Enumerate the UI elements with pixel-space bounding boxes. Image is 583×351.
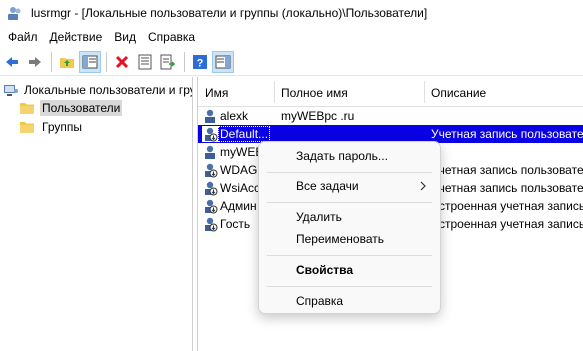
user-name: myWEB [220,145,264,159]
show-tree-button[interactable] [79,50,101,73]
console-tree: Локальные пользователи и группы (локальн… [0,77,193,351]
users-computer-icon [4,85,18,96]
help-button[interactable]: ? [189,51,211,73]
menu-item-set-password[interactable]: Задать пароль... [259,144,440,168]
toolbar-separator [106,51,107,72]
menu-separator [267,172,432,173]
toolbar: ? [0,48,583,76]
menu-file[interactable]: Файл [2,26,44,48]
disabled-user-icon [205,199,218,214]
export-list-button[interactable] [157,51,179,73]
delete-x-icon [115,55,129,68]
menu-separator [267,202,432,203]
help-icon: ? [193,54,207,69]
users-app-icon [7,5,23,21]
tree-item-users-label: Пользователи [40,100,123,116]
folder-icon [20,122,34,133]
menu-bar: Файл Действие Вид Справка [0,26,583,48]
menu-item-all-tasks-label: Все задачи [296,179,359,193]
action-pane-button[interactable] [212,50,234,73]
forward-button[interactable] [24,51,46,73]
user-description: Встроенная учетная запись [431,199,583,213]
user-icon [205,109,215,123]
console-tree-icon [82,55,98,68]
column-divider[interactable] [424,81,425,103]
export-list-icon [160,54,176,69]
menu-separator [267,286,432,287]
user-description: Учетная запись пользовате [431,127,583,141]
toolbar-separator [51,51,52,72]
menu-item-delete[interactable]: Удалить [259,205,440,229]
context-menu: Задать пароль... Все задачи Удалить Пере… [258,141,441,314]
back-arrow-icon [6,56,18,67]
window-title: lusrmgr - [Локальные пользователи и груп… [31,6,428,20]
tree-item-groups-label: Группы [42,120,82,134]
title-bar: lusrmgr - [Локальные пользователи и груп… [0,0,583,26]
disabled-user-icon [205,217,218,232]
disabled-user-icon [205,163,218,178]
chevron-right-icon [420,181,426,191]
user-description: Учетная запись пользовате [431,181,583,195]
tree-item-users[interactable]: Пользователи [19,99,123,117]
menu-item-help[interactable]: Справка [259,289,440,313]
user-icon [205,145,215,159]
menu-action[interactable]: Действие [44,26,109,48]
folder-up-icon [60,57,74,68]
tree-item-groups[interactable]: Группы [19,118,84,136]
column-header-fullname[interactable]: Полное имя [281,86,348,100]
up-level-button[interactable] [56,51,78,73]
column-header-bar: Имя Полное имя Описание [198,77,583,107]
user-fullname: myWEBpc .ru [281,109,355,123]
menu-item-properties[interactable]: Свойства [259,258,440,282]
user-name: Гость [220,217,251,231]
user-description: Встроенная учетная запись [431,217,583,231]
menu-item-all-tasks[interactable]: Все задачи [259,174,440,198]
properties-icon [138,54,152,69]
user-name: Админ [220,199,257,213]
column-header-name[interactable]: Имя [205,86,228,100]
menu-view[interactable]: Вид [108,26,142,48]
column-header-description[interactable]: Описание [431,86,486,100]
tree-root-label: Локальные пользователи и группы (локальн… [24,83,192,97]
disabled-user-icon [202,126,218,142]
column-divider[interactable] [274,81,275,103]
menu-separator [267,255,432,256]
svg-text:?: ? [197,57,204,69]
user-name: alexk [220,109,249,123]
toolbar-separator [184,51,185,72]
disabled-user-icon [205,181,218,196]
user-name: WsiAcc [220,181,260,195]
folder-icon [20,103,34,114]
menu-item-rename[interactable]: Переименовать [259,227,440,251]
back-button[interactable] [1,51,23,73]
forward-arrow-icon [29,56,41,67]
menu-help[interactable]: Справка [142,26,201,48]
properties-button[interactable] [134,51,156,73]
action-pane-icon [215,55,231,68]
delete-button[interactable] [111,51,133,73]
user-name: Default... [218,126,271,142]
tree-root[interactable]: Локальные пользователи и группы (локальн… [3,81,192,99]
user-description: Учетная запись пользовате [431,163,583,177]
table-row[interactable]: alexk myWEBpc .ru [198,107,583,125]
